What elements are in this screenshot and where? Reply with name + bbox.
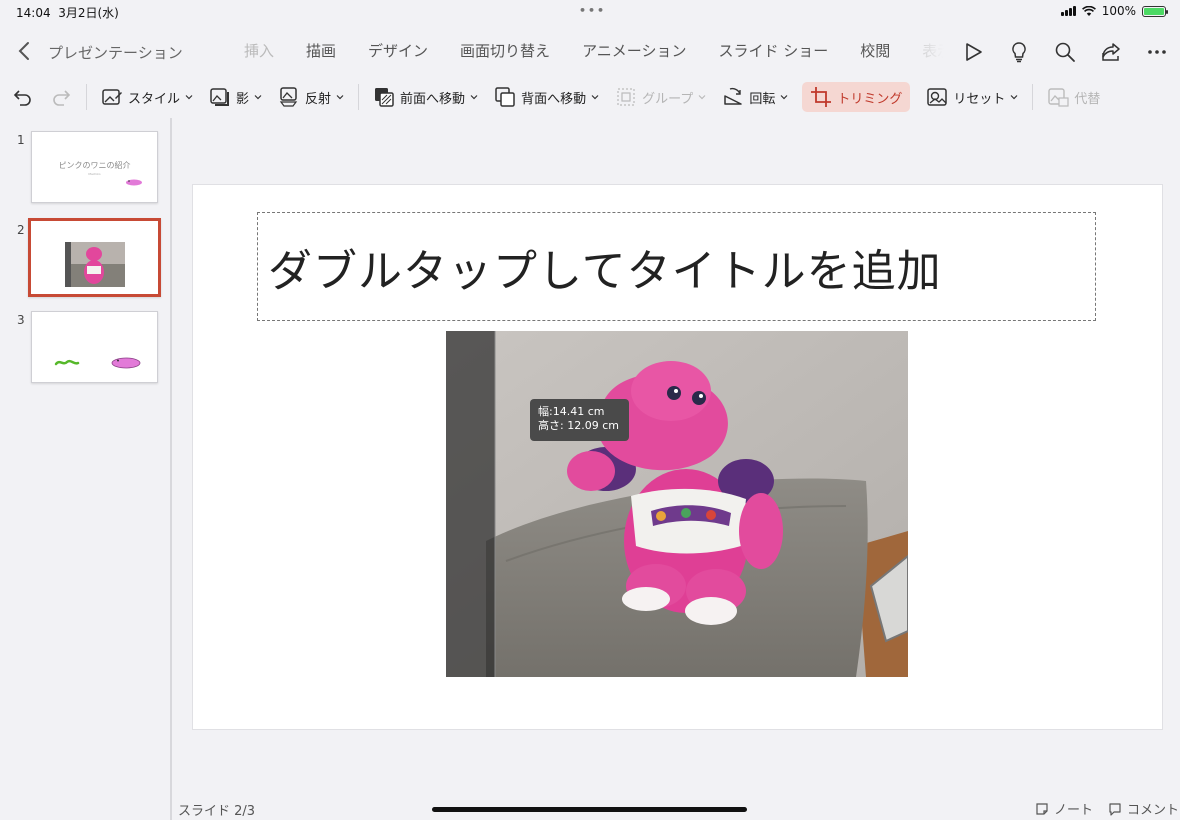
slide-counter: スライド 2/3	[178, 804, 256, 819]
title-placeholder-text: ダブルタップしてタイトルを追加	[268, 246, 942, 297]
pink-crocodile-image	[111, 357, 141, 369]
title-placeholder[interactable]: ダブルタップしてタイトルを追加	[257, 212, 1096, 321]
status-bar: 14:04 3月2日(水) ••• 100%	[0, 0, 1180, 24]
back-title[interactable]: プレゼンテーション	[48, 42, 183, 63]
tab-draw[interactable]: 描画	[290, 36, 352, 66]
pink-crocodile-image	[126, 179, 142, 186]
comments-label: コメント	[1127, 803, 1180, 818]
crop-label: トリミング	[837, 91, 903, 107]
group-icon	[617, 88, 635, 106]
play-icon	[966, 43, 982, 61]
tab-design[interactable]: デザイン	[352, 36, 444, 66]
crocodile-photo[interactable]	[446, 331, 908, 677]
picture-style-label: スタイル	[128, 91, 181, 107]
reflection-icon	[279, 87, 298, 107]
wifi-icon	[1081, 5, 1096, 16]
shadow-label: 影	[236, 91, 250, 107]
play-slideshow-button[interactable]	[958, 38, 988, 66]
crop-height-text: 高さ: 12.09 cm	[538, 419, 619, 432]
crop-icon	[811, 87, 832, 107]
undo-icon	[13, 90, 31, 106]
redo-icon	[53, 90, 71, 106]
ribbon-tabs: 挿入 描画 デザイン 画面切り替え アニメーション スライド ショー 校閲 表示	[228, 36, 944, 66]
multitask-dots[interactable]: •••	[579, 4, 606, 17]
shadow-button[interactable]: 影	[201, 82, 270, 112]
pink-crocodile-plush-image	[446, 331, 908, 677]
send-backward-label: 背面へ移動	[521, 91, 587, 107]
tab-insert[interactable]: 挿入	[228, 36, 290, 66]
crocodile-photo-thumbnail	[65, 242, 125, 287]
ellipsis-icon	[1148, 50, 1166, 54]
group-label: グループ	[642, 91, 694, 107]
status-time: 14:04 3月2日(水)	[16, 6, 119, 20]
reset-picture-button[interactable]: リセット	[918, 82, 1026, 112]
bring-forward-icon	[375, 88, 394, 107]
search-icon	[1055, 42, 1075, 62]
thumbnail-subtitle: Machiko	[88, 172, 101, 176]
notes-icon	[1036, 802, 1048, 815]
tab-animations[interactable]: アニメーション	[566, 36, 702, 66]
bottom-bar: スライド 2/3 ノート コメント	[0, 796, 1180, 820]
chevron-down-icon	[1010, 95, 1018, 100]
group-button[interactable]: グループ	[607, 82, 714, 112]
battery-percent: 100%	[1101, 4, 1136, 18]
back-chevron-icon[interactable]	[14, 40, 34, 62]
comments-button[interactable]: コメント	[1108, 799, 1179, 818]
cellular-signal-icon	[1060, 6, 1076, 16]
rotate-button[interactable]: 回転	[714, 82, 796, 112]
undo-button[interactable]	[0, 82, 42, 112]
redo-button[interactable]	[42, 82, 80, 112]
comment-icon	[1109, 802, 1121, 816]
alt-text-button[interactable]: 代替	[1039, 82, 1108, 112]
reflection-button[interactable]: 反射	[270, 82, 352, 112]
chevron-down-icon	[698, 95, 706, 100]
picture-style-button[interactable]: スタイル	[93, 82, 201, 112]
thumbnail-number: 2	[17, 223, 25, 237]
crop-width-text: 幅:14.41 cm	[538, 405, 605, 418]
search-button[interactable]	[1050, 38, 1080, 66]
slide-thumbnail-2[interactable]	[28, 218, 161, 297]
tab-slideshow[interactable]: スライド ショー	[702, 36, 844, 66]
slide-thumbnail-3[interactable]	[31, 311, 158, 383]
chevron-down-icon	[185, 95, 193, 100]
chevron-down-icon	[254, 95, 262, 100]
home-indicator[interactable]	[432, 807, 747, 812]
chevron-down-icon	[470, 95, 478, 100]
rotate-label: 回転	[749, 91, 776, 107]
tab-transitions[interactable]: 画面切り替え	[444, 36, 566, 66]
alt-text-label: 代替	[1074, 91, 1101, 107]
tab-review[interactable]: 校閲	[844, 36, 906, 66]
picture-style-icon	[102, 89, 122, 105]
chevron-down-icon	[336, 95, 344, 100]
battery-icon	[1142, 5, 1168, 17]
share-button[interactable]	[1096, 38, 1126, 66]
lightbulb-icon	[1012, 42, 1026, 63]
shadow-icon	[210, 88, 230, 106]
rotate-icon	[724, 87, 743, 105]
bring-forward-label: 前面へ移動	[400, 91, 466, 107]
ideas-button[interactable]	[1004, 38, 1034, 66]
thumbnail-title: ピンクのワニの紹介	[58, 161, 131, 170]
reset-picture-icon	[927, 88, 948, 106]
crop-button[interactable]: トリミング	[802, 82, 911, 112]
notes-button[interactable]: ノート	[1035, 799, 1093, 818]
notes-label: ノート	[1054, 803, 1094, 818]
green-crocodile-image	[54, 359, 80, 366]
bring-forward-button[interactable]: 前面へ移動	[365, 82, 486, 112]
chevron-down-icon	[780, 95, 788, 100]
reflection-label: 反射	[305, 91, 332, 107]
crop-size-tooltip: 幅:14.41 cm 高さ: 12.09 cm	[530, 399, 629, 441]
alt-text-icon	[1048, 88, 1069, 107]
send-backward-icon	[495, 87, 515, 107]
send-backward-button[interactable]: 背面へ移動	[486, 82, 607, 112]
ribbon-tab-row: プレゼンテーション 挿入 描画 デザイン 画面切り替え アニメーション スライド…	[0, 28, 1180, 74]
slide-thumbnail-1[interactable]: ピンクのワニの紹介 Machiko	[31, 131, 158, 203]
more-options-button[interactable]	[1142, 38, 1172, 66]
share-icon	[1102, 43, 1120, 61]
reset-picture-label: リセット	[953, 91, 1006, 107]
chevron-down-icon	[591, 95, 599, 100]
thumbnail-number: 1	[17, 133, 25, 147]
picture-toolbar: スタイル 影 反射 前面へ移動 背面へ移動 グループ 回転 トリミング リセット	[0, 76, 1180, 118]
thumbnail-number: 3	[17, 313, 25, 327]
